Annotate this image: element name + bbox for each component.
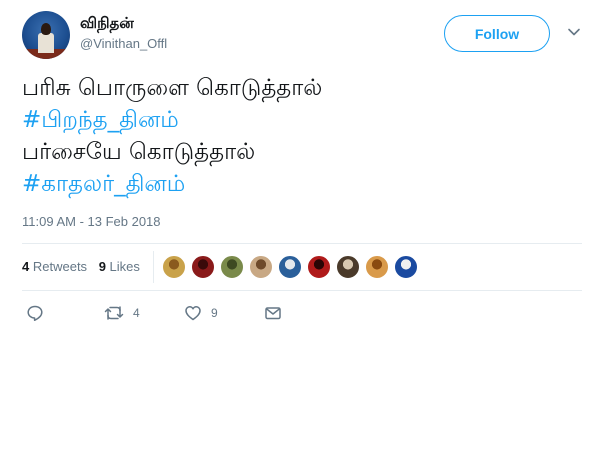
- likes-label: Likes: [109, 259, 140, 274]
- avatar-figure-head: [41, 23, 51, 35]
- liker-avatar[interactable]: [278, 255, 302, 279]
- stats-divider: [153, 251, 154, 283]
- liker-avatar[interactable]: [336, 255, 360, 279]
- divider: [22, 290, 582, 291]
- retweet-count: 4: [133, 306, 140, 320]
- author-handle[interactable]: @Vinithan_Offl: [80, 36, 167, 51]
- tweet-text: பரிசு பொருளை கொடுத்தால் #பிறந்த_தினம் பர…: [22, 72, 582, 200]
- tweet-header: விநிதன் @Vinithan_Offl Follow: [22, 11, 582, 61]
- liker-avatar[interactable]: [162, 255, 186, 279]
- retweet-icon: [104, 306, 124, 320]
- liker-avatar[interactable]: [394, 255, 418, 279]
- tweet-stats: 4 Retweets 9 Likes: [22, 259, 148, 274]
- retweets-label: Retweets: [32, 259, 88, 274]
- envelope-icon: [265, 307, 281, 320]
- retweet-button[interactable]: 4: [104, 304, 140, 322]
- chevron-down-icon[interactable]: [567, 25, 581, 39]
- tweet-timestamp[interactable]: 11:09 AM - 13 Feb 2018: [22, 214, 161, 229]
- tweet-actions: 4 9: [22, 304, 322, 326]
- avatar-figure-body: [38, 33, 54, 53]
- like-button[interactable]: 9: [184, 304, 218, 322]
- hashtag-link[interactable]: #பிறந்த_தினம்: [22, 104, 582, 136]
- divider: [22, 243, 582, 244]
- liker-avatar[interactable]: [365, 255, 389, 279]
- tweet-text-line: பர்சையே கொடுத்தால்: [22, 139, 256, 165]
- retweets-count: 4: [22, 259, 30, 274]
- author-name[interactable]: விநிதன்: [80, 14, 134, 34]
- likers-avatars: [162, 255, 423, 281]
- follow-button[interactable]: Follow: [444, 15, 550, 52]
- liker-avatar[interactable]: [249, 255, 273, 279]
- reply-icon: [27, 305, 43, 322]
- hashtag-link[interactable]: #காதலர்_தினம்: [22, 168, 582, 200]
- liker-avatar[interactable]: [191, 255, 215, 279]
- liker-avatar[interactable]: [220, 255, 244, 279]
- retweets-stat[interactable]: 4 Retweets: [22, 259, 87, 274]
- liker-avatar[interactable]: [307, 255, 331, 279]
- heart-icon: [185, 306, 201, 321]
- likes-stat[interactable]: 9 Likes: [99, 259, 140, 274]
- like-count: 9: [211, 306, 218, 320]
- direct-message-button[interactable]: [264, 304, 282, 322]
- reply-button[interactable]: [26, 304, 44, 322]
- avatar[interactable]: [22, 11, 70, 59]
- tweet-text-line: பரிசு பொருளை கொடுத்தால்: [22, 75, 323, 101]
- likes-count: 9: [98, 259, 106, 274]
